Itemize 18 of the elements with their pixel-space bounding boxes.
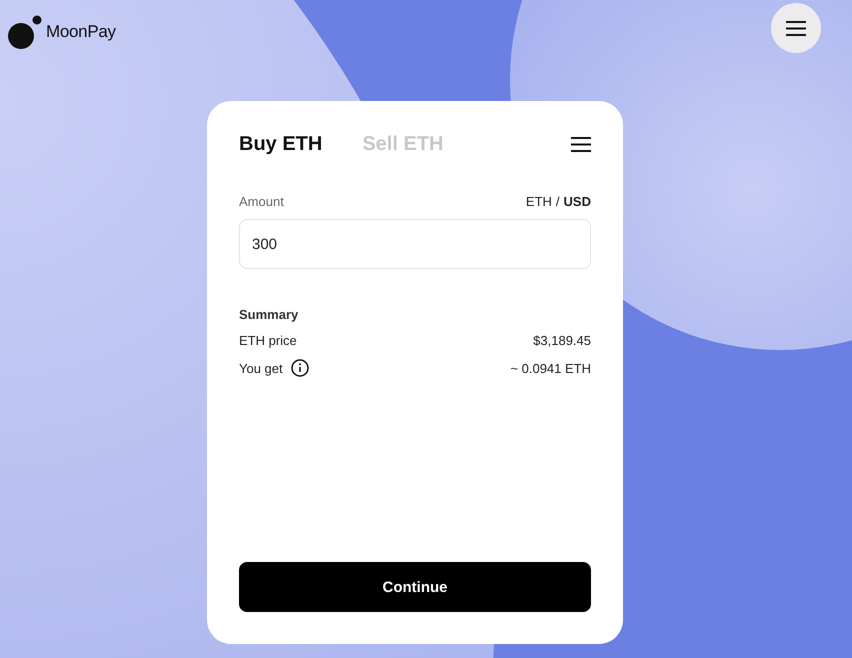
tab[interactable]: Buy ETH xyxy=(239,133,322,156)
summary-label: ETH price xyxy=(239,333,297,348)
info-icon[interactable] xyxy=(290,359,309,377)
separator: / xyxy=(556,194,560,209)
logo-icon xyxy=(8,14,42,48)
field-label: Amount xyxy=(239,194,284,209)
currency-option[interactable]: ETH xyxy=(526,194,552,209)
menu-icon xyxy=(571,137,591,152)
amount-field[interactable]: 300 xyxy=(239,219,591,269)
menu-button[interactable] xyxy=(571,137,591,152)
brand-name: MoonPay xyxy=(46,22,116,42)
summary-value: $3,189.45 xyxy=(533,333,591,348)
summary-title: Summary xyxy=(239,307,300,322)
continue-button[interactable]: Continue xyxy=(239,562,591,612)
menu-icon xyxy=(786,20,806,36)
currency-option[interactable]: USD xyxy=(564,194,591,209)
summary-value: ~ 0.0941 ETH xyxy=(510,360,591,376)
summary-label: You get xyxy=(239,360,283,376)
